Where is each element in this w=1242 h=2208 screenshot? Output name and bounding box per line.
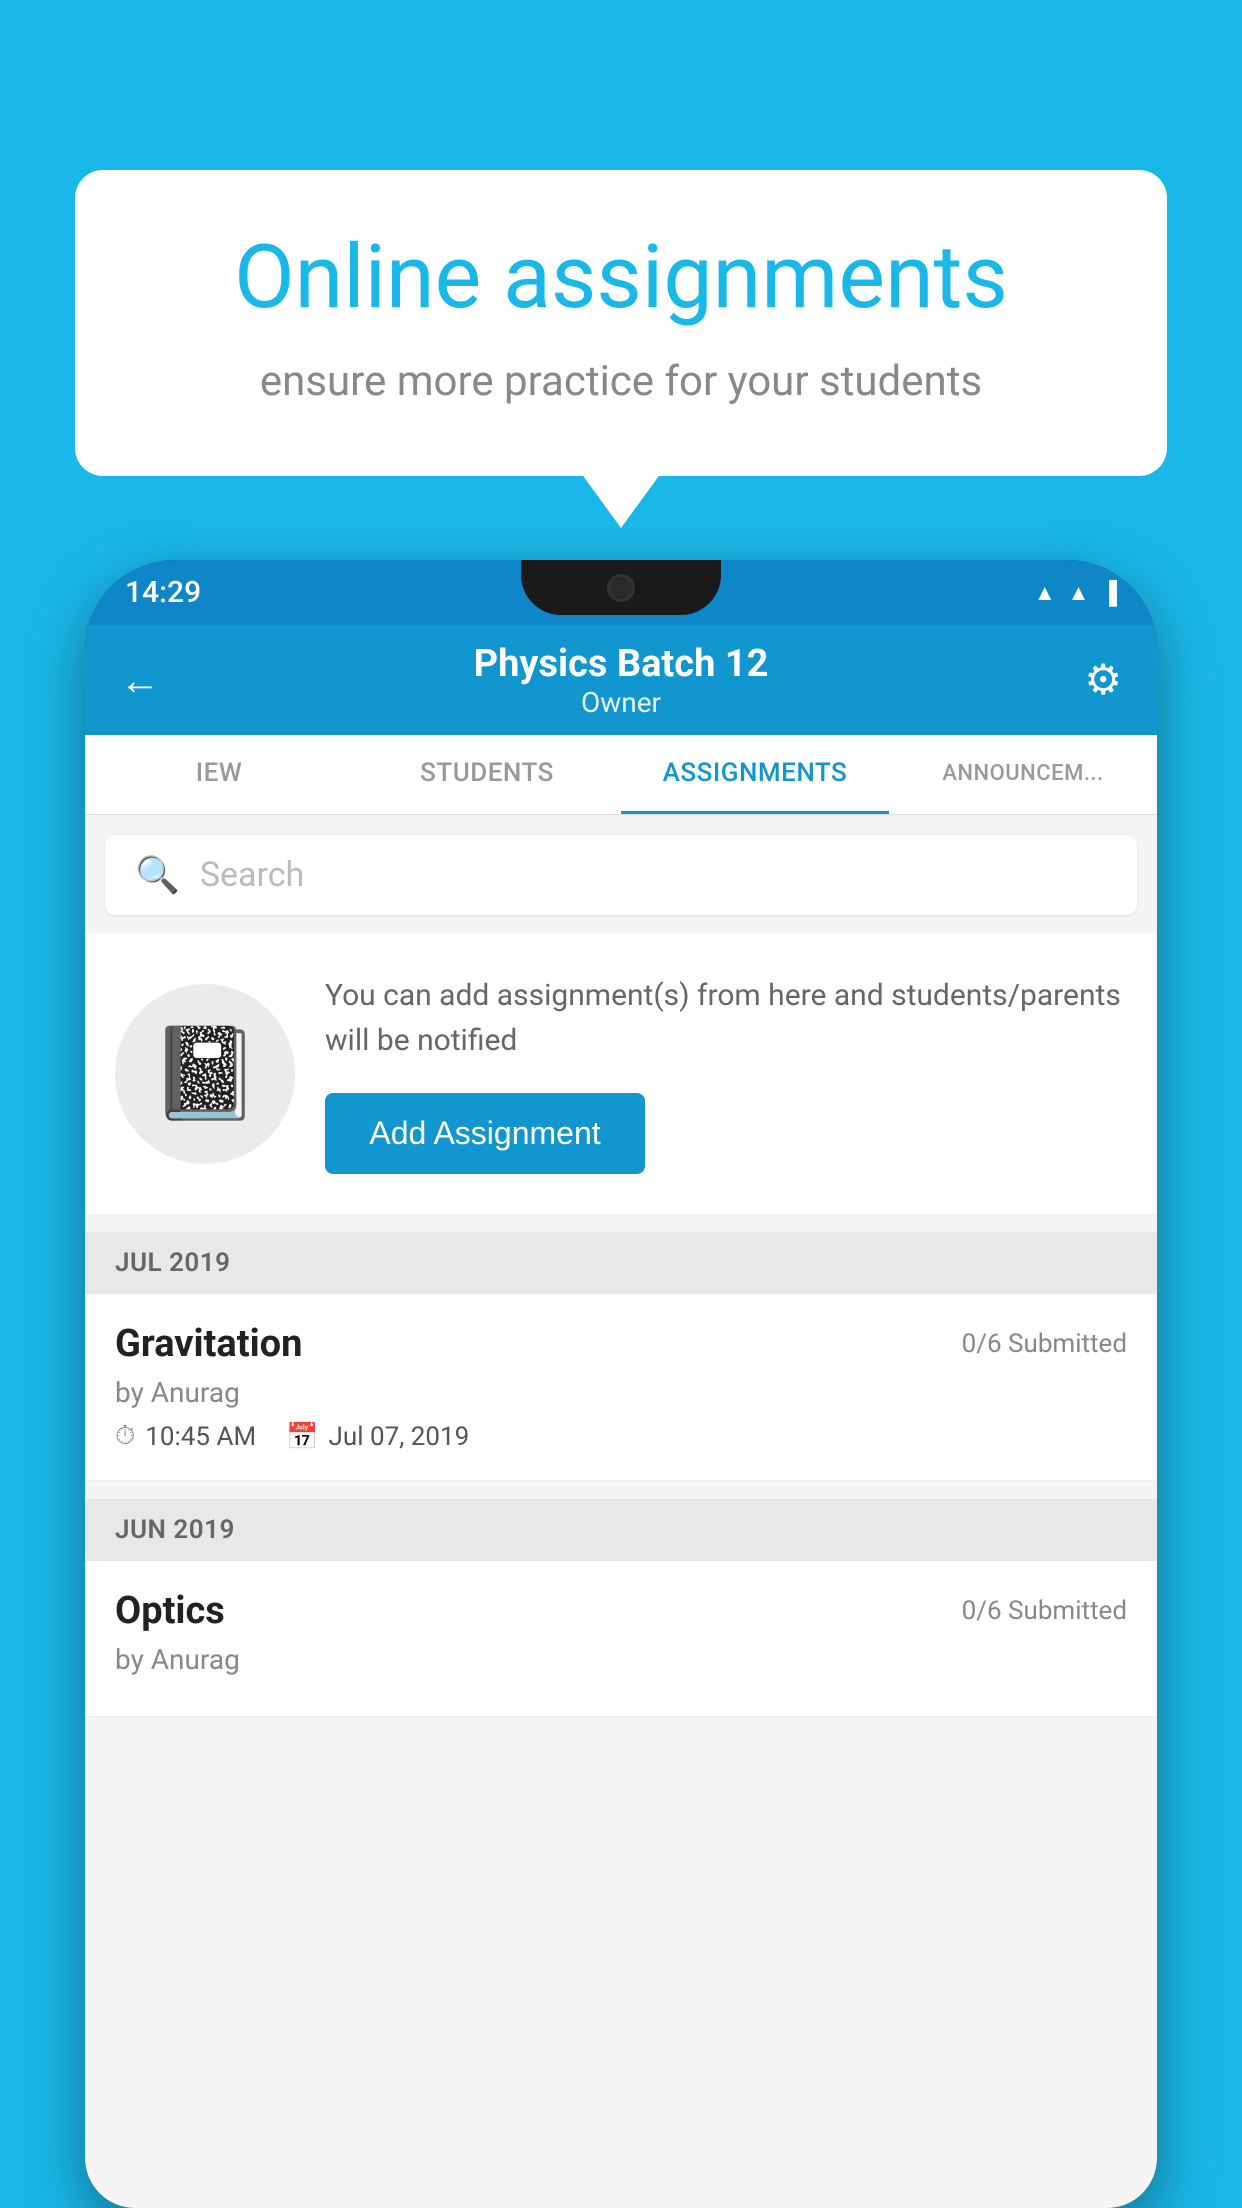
tab-students[interactable]: STUDENTS: [353, 735, 621, 814]
background: Online assignments ensure more practice …: [0, 0, 1242, 2208]
add-assignment-button[interactable]: Add Assignment: [325, 1093, 645, 1174]
assignment-top-row-optics: Optics 0/6 Submitted: [115, 1589, 1127, 1633]
wifi-icon: ▲: [1034, 580, 1056, 606]
assignment-top-row: Gravitation 0/6 Submitted: [115, 1322, 1127, 1366]
clock-icon: ⏱: [115, 1421, 135, 1452]
tab-announcements[interactable]: ANNOUNCEM...: [889, 735, 1157, 814]
speech-bubble: Online assignments ensure more practice …: [75, 170, 1167, 476]
info-card: 📓 You can add assignment(s) from here an…: [85, 933, 1157, 1214]
section-header-jul: JUL 2019: [85, 1232, 1157, 1294]
assignment-item-gravitation[interactable]: Gravitation 0/6 Submitted by Anurag ⏱ 10…: [85, 1294, 1157, 1481]
calendar-icon: 📅: [286, 1422, 318, 1452]
header-title: Physics Batch 12: [474, 642, 769, 686]
battery-icon: ▐: [1101, 580, 1117, 606]
assignment-submitted: 0/6 Submitted: [962, 1329, 1127, 1359]
assignment-author: by Anurag: [115, 1376, 1127, 1409]
header-title-group: Physics Batch 12 Owner: [474, 642, 769, 719]
assignment-icon-circle: 📓: [115, 984, 295, 1164]
back-button[interactable]: ←: [120, 657, 160, 704]
assignment-date: 📅 Jul 07, 2019: [286, 1422, 469, 1452]
info-description: You can add assignment(s) from here and …: [325, 973, 1127, 1063]
assignment-submitted-optics: 0/6 Submitted: [962, 1596, 1127, 1626]
speech-bubble-subtitle: ensure more practice for your students: [155, 357, 1087, 406]
phone-frame: 14:29 ▲ ▲ ▐ ← Physics Batch 12 Owner ⚙ I…: [85, 560, 1157, 2208]
tab-iew[interactable]: IEW: [85, 735, 353, 814]
search-placeholder: Search: [200, 855, 304, 895]
content-area: 🔍 Search 📓 You can add assignment(s) fro…: [85, 815, 1157, 2208]
section-header-jun: JUN 2019: [85, 1499, 1157, 1561]
status-icons: ▲ ▲ ▐: [1034, 580, 1117, 606]
phone-notch: [521, 560, 721, 615]
assignment-author-optics: by Anurag: [115, 1643, 1127, 1676]
speech-bubble-title: Online assignments: [155, 230, 1087, 327]
assignment-time: ⏱ 10:45 AM: [115, 1421, 256, 1452]
tab-assignments[interactable]: ASSIGNMENTS: [621, 735, 889, 814]
assignment-name-optics: Optics: [115, 1589, 225, 1633]
assignment-name: Gravitation: [115, 1322, 302, 1366]
status-time: 14:29: [125, 575, 201, 610]
header-subtitle: Owner: [474, 686, 769, 719]
assignment-item-optics[interactable]: Optics 0/6 Submitted by Anurag: [85, 1561, 1157, 1717]
camera: [607, 574, 635, 602]
search-bar[interactable]: 🔍 Search: [105, 835, 1137, 915]
signal-icon: ▲: [1068, 580, 1090, 606]
search-icon: 🔍: [135, 854, 180, 896]
assignment-meta: ⏱ 10:45 AM 📅 Jul 07, 2019: [115, 1421, 1127, 1452]
settings-icon[interactable]: ⚙: [1084, 655, 1122, 705]
info-text: You can add assignment(s) from here and …: [325, 973, 1127, 1174]
notebook-icon: 📓: [149, 1021, 261, 1126]
tab-bar: IEW STUDENTS ASSIGNMENTS ANNOUNCEM...: [85, 735, 1157, 815]
app-header: ← Physics Batch 12 Owner ⚙: [85, 625, 1157, 735]
